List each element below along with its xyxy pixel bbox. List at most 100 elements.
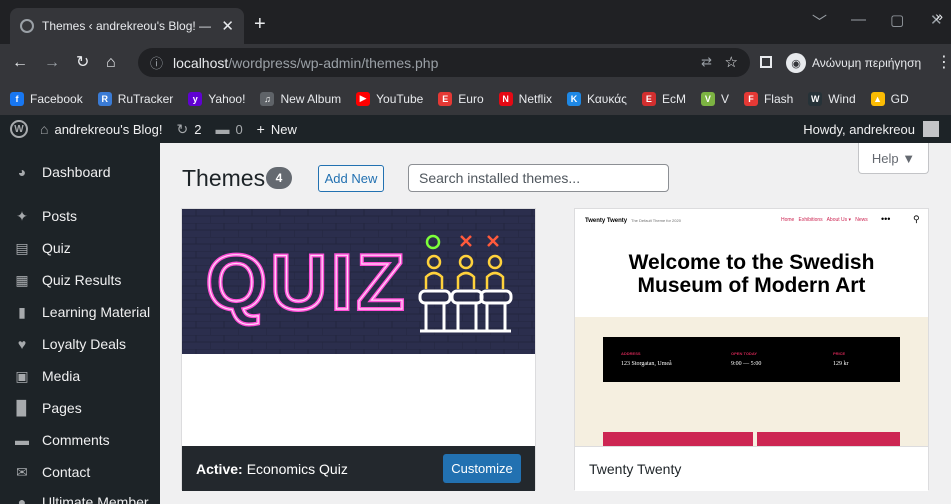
theme-card-twenty-twenty[interactable]: Twenty Twenty The Default Theme for 2020… xyxy=(574,208,929,491)
sidebar-item-label: Quiz xyxy=(42,240,71,256)
bookmark-item[interactable]: E EcM xyxy=(641,91,686,106)
sidebar-item-label: Learning Material xyxy=(42,304,151,320)
sidebar-item-pages[interactable]: ▉ Pages xyxy=(0,391,160,425)
bookmarks-bar: f Facebook R RuTracker y Yahoo! ♫ New Album ▶ You… xyxy=(0,82,951,115)
sidebar-item-label: Ultimate Member xyxy=(42,494,149,504)
sidebar-item-quiz[interactable]: ▤ Quiz xyxy=(0,231,160,265)
sidebar-item-loyalty-deals[interactable]: ♥ Loyalty Deals xyxy=(0,327,160,361)
bookmark-favicon-icon: F xyxy=(743,91,758,106)
sidebar-item-quiz-results[interactable]: ▦ Quiz Results xyxy=(0,263,160,297)
browser-tab-strip: Themes ‹ andrekreou's Blog! — W ✕ + ﹀ — … xyxy=(0,0,951,44)
bookmark-item[interactable]: ♫ New Album xyxy=(260,91,341,106)
bookmark-item[interactable]: E Euro xyxy=(438,91,484,106)
bookmark-label: Facebook xyxy=(30,91,83,106)
translate-icon[interactable]: ⇄ xyxy=(701,54,712,70)
new-tab-button[interactable]: + xyxy=(254,14,266,34)
updates-icon: ↻ xyxy=(176,120,189,137)
forward-icon[interactable]: → xyxy=(44,54,60,72)
sidebar-item-comments[interactable]: ▬ Comments xyxy=(0,423,160,457)
admin-sidebar: ◕ Dashboard ✦ Posts ▤ Quiz ▦ Quiz Results ▮ Learn… xyxy=(0,143,160,504)
bookmark-item[interactable]: K Καυκάς xyxy=(567,91,627,106)
heart-icon: ♥ xyxy=(17,336,27,352)
address-bar[interactable]: ⓘ localhost /wordpress/wp-admin/themes.p… xyxy=(138,48,750,77)
bookmark-item[interactable]: N Netflix xyxy=(498,91,552,106)
browser-menu-icon[interactable]: ⋮ xyxy=(936,54,951,72)
media-icon: ▣ xyxy=(15,367,29,384)
tab-close-icon[interactable]: ✕ xyxy=(221,17,234,35)
bookmark-label: RuTracker xyxy=(117,91,174,106)
sidebar-item-label: Loyalty Deals xyxy=(42,336,127,352)
home-icon[interactable]: ⌂ xyxy=(106,54,116,72)
results-icon: ▦ xyxy=(15,271,29,288)
theme-name-bar: Twenty Twenty xyxy=(575,446,928,491)
url-host: localhost xyxy=(173,54,229,71)
sidebar-item-posts[interactable]: ✦ Posts xyxy=(0,199,160,233)
bookmark-item[interactable]: y Yahoo! xyxy=(188,91,245,106)
updates-link[interactable]: ↻ 2 xyxy=(176,121,201,138)
help-tab-button[interactable]: Help ▼ xyxy=(858,143,929,174)
customize-button[interactable]: Customize xyxy=(443,454,521,483)
browser-toolbar: ← → ↻ ⌂ ⓘ localhost /wordpress/wp-admin/… xyxy=(0,44,951,82)
theme-name: Economics Quiz xyxy=(246,460,348,477)
howdy-text: Howdy, andrekreou xyxy=(803,121,915,137)
bookmark-item[interactable]: R RuTracker xyxy=(97,91,174,106)
shot-headline: Welcome to the Swedish Museum of Modern … xyxy=(628,251,875,297)
maximize-button[interactable]: ▢ xyxy=(890,11,904,29)
search-themes-input[interactable] xyxy=(408,164,669,192)
active-label: Active: xyxy=(196,460,243,477)
bookmark-favicon-icon: R xyxy=(97,91,112,106)
wordpress-logo-icon[interactable]: W xyxy=(10,120,28,138)
theme-count-badge: 4 xyxy=(266,167,292,189)
bookmark-item[interactable]: W Wind xyxy=(808,91,856,106)
new-content-link[interactable]: + New xyxy=(257,121,297,137)
wp-admin-bar: W ⌂ andrekreou's Blog! ↻ 2 ▬ 0 + New How… xyxy=(0,115,951,143)
minimize-button[interactable]: — xyxy=(851,11,866,28)
bookmark-item[interactable]: ▲ GD xyxy=(870,91,909,106)
bookmark-favicon-icon: E xyxy=(641,91,656,106)
bookmark-favicon-icon: ▲ xyxy=(870,91,885,106)
bookmark-favicon-icon: W xyxy=(808,91,823,106)
mail-icon: ✉ xyxy=(16,463,28,480)
bookmarks-more-icon[interactable]: » xyxy=(935,8,943,24)
shot-more-icon: ••• xyxy=(881,214,891,224)
side-panel-icon[interactable] xyxy=(760,56,772,68)
bookmark-item[interactable]: f Facebook xyxy=(10,91,83,106)
theme-card-economics-quiz[interactable]: QUIZ QUIZ Active: Economics Quiz Customi… xyxy=(181,208,536,491)
tab-search-icon[interactable]: ﹀ xyxy=(812,11,827,32)
quiz-icon: ▤ xyxy=(15,239,29,256)
comment-bubble-icon: ▬ xyxy=(215,121,230,137)
shot-tagline: The Default Theme for 2020 xyxy=(631,218,681,223)
incognito-indicator[interactable]: ◉ Ανώνυμη περιήγηση xyxy=(786,53,921,73)
site-info-icon[interactable]: ⓘ xyxy=(150,53,163,72)
site-name-link[interactable]: ⌂ andrekreou's Blog! xyxy=(40,121,162,137)
shot-search-icon: ⚲ xyxy=(913,214,920,224)
bookmark-favicon-icon: f xyxy=(10,91,24,106)
bookmark-item[interactable]: ▶ YouTube xyxy=(356,91,424,106)
bookmark-item[interactable]: F Flash xyxy=(743,91,794,106)
comment-icon: ▬ xyxy=(15,432,29,448)
page-title: Themes xyxy=(182,165,266,191)
plus-icon: + xyxy=(256,121,265,137)
reload-icon[interactable]: ↻ xyxy=(76,54,89,72)
sidebar-item-label: Contact xyxy=(42,464,91,480)
dashboard-icon: ◕ xyxy=(17,164,27,180)
sidebar-item-dashboard[interactable]: ◕ Dashboard xyxy=(0,155,160,189)
add-new-theme-button[interactable]: Add New xyxy=(318,165,384,192)
bookmark-label: Flash xyxy=(763,91,794,106)
bookmark-star-icon[interactable]: ☆ xyxy=(725,53,738,71)
browser-tab[interactable]: Themes ‹ andrekreou's Blog! — W ✕ xyxy=(10,8,244,44)
sidebar-item-label: Posts xyxy=(42,208,78,224)
bookmark-label: YouTube xyxy=(376,91,424,106)
account-menu[interactable]: Howdy, andrekreou xyxy=(803,121,939,137)
wordpress-favicon-icon xyxy=(20,19,34,33)
sidebar-item-learning-material[interactable]: ▮ Learning Material xyxy=(0,295,160,329)
bookmark-item[interactable]: VV xyxy=(700,91,729,106)
sidebar-item-label: Pages xyxy=(42,400,82,416)
comments-link[interactable]: ▬ 0 xyxy=(215,121,242,137)
sidebar-item-contact[interactable]: ✉ Contact xyxy=(0,455,160,489)
sidebar-item-ultimate-member[interactable]: ● Ultimate Member xyxy=(0,485,160,504)
theme-screenshot: Twenty Twenty The Default Theme for 2020… xyxy=(575,209,928,446)
sidebar-item-media[interactable]: ▣ Media xyxy=(0,359,160,393)
back-icon[interactable]: ← xyxy=(12,54,28,72)
url-path: /wordpress/wp-admin/themes.php xyxy=(228,54,439,71)
